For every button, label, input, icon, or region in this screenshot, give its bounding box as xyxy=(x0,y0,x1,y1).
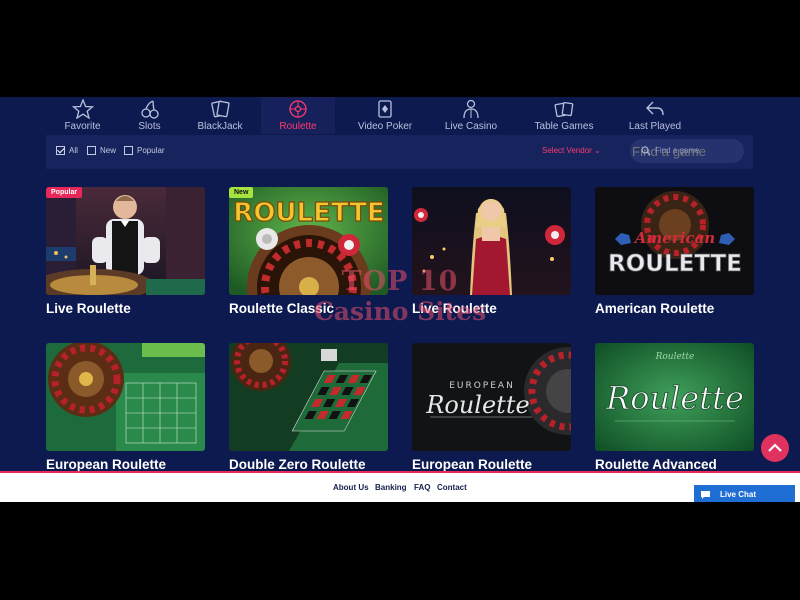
game-title[interactable]: European Roulette xyxy=(412,457,532,472)
chat-bubble-icon xyxy=(701,491,710,499)
category-nav: Favorite Slots BlackJack Roulette Video … xyxy=(44,97,754,134)
cards-icon xyxy=(211,100,230,118)
game-thumbnail[interactable] xyxy=(412,187,571,295)
game-tile-live-roulette-2[interactable]: Live Roulette xyxy=(412,187,571,316)
roulette-wheel-icon xyxy=(289,100,307,118)
game-thumbnail[interactable] xyxy=(46,343,205,451)
checkbox-unchecked xyxy=(124,146,133,155)
art-title-text: Roulette xyxy=(425,391,529,419)
table-cards-icon xyxy=(554,101,574,118)
game-tile-roulette-classic[interactable]: ROULETTE New Roulette Classic xyxy=(229,187,388,316)
game-title[interactable]: Double Zero Roulette xyxy=(229,457,366,472)
footer-link-contact[interactable]: Contact xyxy=(437,483,467,492)
game-tile-live-roulette[interactable]: Popular Live Roulette xyxy=(46,187,205,316)
tab-favorite[interactable]: Favorite xyxy=(50,97,115,134)
tab-blackjack[interactable]: BlackJack xyxy=(189,97,251,134)
casino-lobby: Favorite Slots BlackJack Roulette Video … xyxy=(0,97,800,502)
art-title-text: ROULETTE xyxy=(608,251,742,277)
search-placeholder-text: Find a game xyxy=(655,146,700,155)
tab-last-played[interactable]: Last Played xyxy=(623,97,687,134)
footer-link-about-us[interactable]: About Us xyxy=(333,483,369,492)
new-badge: New xyxy=(229,187,254,198)
art-subtitle-text: EUROPEAN xyxy=(449,381,515,391)
cherry-icon xyxy=(140,100,159,119)
game-title[interactable]: European Roulette xyxy=(46,457,166,472)
game-tile-double-zero-roulette[interactable]: Double Zero Roulette xyxy=(229,343,388,472)
checkbox-checked xyxy=(56,146,65,155)
checkbox-unchecked xyxy=(87,146,96,155)
art-subtitle-text: American xyxy=(633,229,715,247)
tab-video-poker[interactable]: Video Poker xyxy=(349,97,421,134)
live-chat-button[interactable]: Live Chat xyxy=(694,485,795,502)
chevron-up-icon xyxy=(768,443,782,452)
scroll-to-top-button[interactable] xyxy=(761,434,789,462)
game-tile-european-roulette-2[interactable]: EUROPEAN Roulette European Roulette xyxy=(412,343,571,472)
art-subtitle-text: Roulette xyxy=(655,352,695,362)
game-title[interactable]: American Roulette xyxy=(595,301,714,316)
filter-popular-checkbox[interactable]: Popular xyxy=(124,146,165,155)
footer-link-faq[interactable]: FAQ xyxy=(414,483,430,492)
game-tile-roulette-advanced[interactable]: Roulette Roulette Roulette Advanced xyxy=(595,343,754,472)
game-title[interactable]: Live Roulette xyxy=(412,301,497,316)
game-title[interactable]: Roulette Advanced xyxy=(595,457,717,472)
game-thumbnail[interactable]: ROULETTE New xyxy=(229,187,388,295)
vendor-select[interactable]: Select Vendor ⌄ xyxy=(542,146,601,155)
game-tile-european-roulette[interactable]: European Roulette xyxy=(46,343,205,472)
chevron-down-icon: ⌄ xyxy=(594,146,601,155)
search-icon xyxy=(641,146,651,156)
filter-all-checkbox[interactable]: All xyxy=(56,146,78,155)
art-title-text: ROULETTE xyxy=(233,198,384,228)
game-thumbnail[interactable] xyxy=(229,343,388,451)
filter-new-checkbox[interactable]: New xyxy=(87,146,116,155)
tab-live-casino[interactable]: Live Casino xyxy=(438,97,504,134)
tab-roulette[interactable]: Roulette xyxy=(261,97,335,134)
popular-badge: Popular xyxy=(46,187,83,198)
dealer-icon xyxy=(463,99,479,119)
game-thumbnail[interactable]: EUROPEAN Roulette xyxy=(412,343,571,451)
game-title[interactable]: Roulette Classic xyxy=(229,301,334,316)
art-title-text: Roulette xyxy=(605,379,744,417)
filter-bar: All New Popular Select Vendor ⌄ Find a g… xyxy=(46,135,753,169)
game-title[interactable]: Live Roulette xyxy=(46,301,131,316)
tab-table-games[interactable]: Table Games xyxy=(528,97,600,134)
tab-slots[interactable]: Slots xyxy=(122,97,177,134)
game-thumbnail[interactable]: American ROULETTE xyxy=(595,187,754,295)
poker-icon xyxy=(378,100,392,118)
game-thumbnail[interactable]: Popular xyxy=(46,187,205,295)
back-arrow-icon xyxy=(646,101,664,116)
game-thumbnail[interactable]: Roulette Roulette xyxy=(595,343,754,451)
star-icon xyxy=(71,99,94,119)
footer-link-banking[interactable]: Banking xyxy=(375,483,407,492)
game-tile-american-roulette[interactable]: American ROULETTE American Roulette xyxy=(595,187,754,316)
footer: About Us Banking FAQ Contact Live Chat xyxy=(0,471,800,502)
